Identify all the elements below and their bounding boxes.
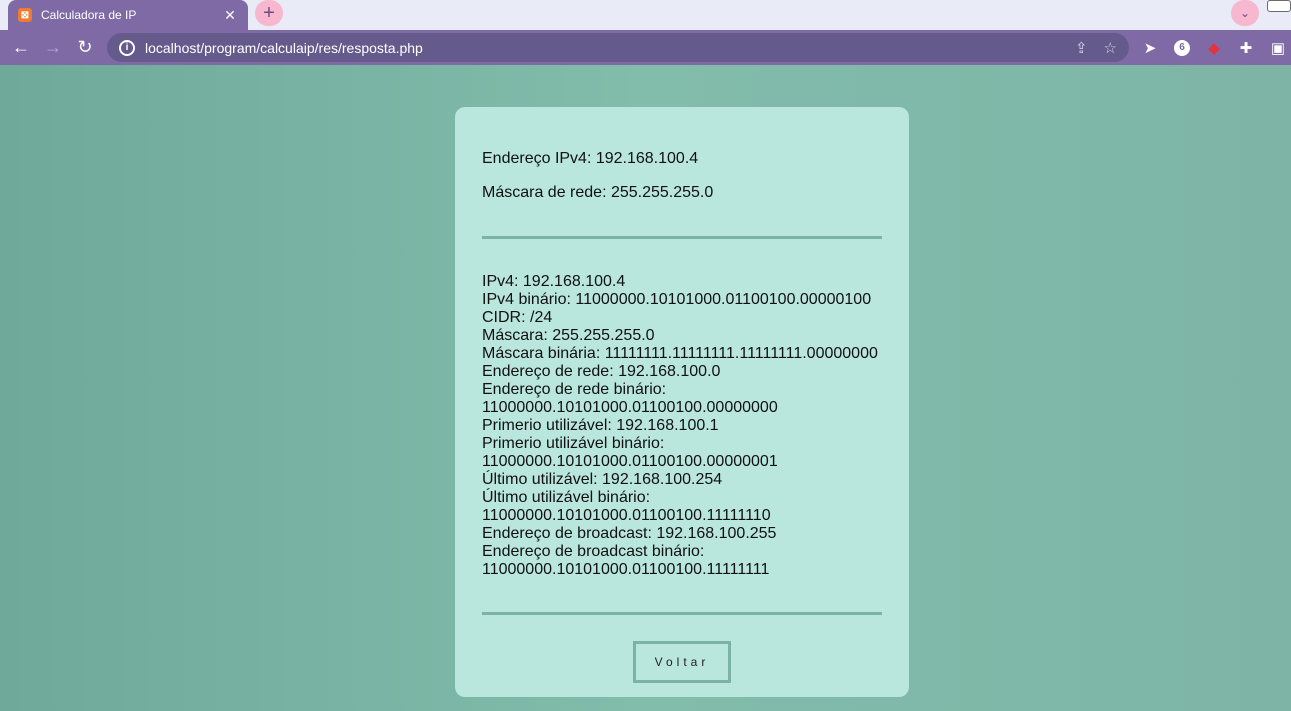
- puzzle-icon[interactable]: ✚: [1236, 38, 1256, 58]
- cursor-extension-icon[interactable]: ➤: [1140, 38, 1160, 58]
- divider-bottom: [482, 612, 882, 615]
- url-text[interactable]: localhost/program/calculaip/res/resposta…: [145, 40, 1075, 56]
- reload-icon[interactable]: ↻: [69, 32, 101, 64]
- ipv4-address: Endereço IPv4: 192.168.100.4: [482, 150, 699, 167]
- divider-top: [482, 236, 882, 239]
- star-icon[interactable]: ☆: [1104, 39, 1117, 57]
- circle-extension-icon[interactable]: 6: [1172, 38, 1192, 58]
- detail-line: IPv4: 192.168.100.4: [482, 273, 626, 290]
- result-details: IPv4: 192.168.100.4 IPv4 binário: 1100000…: [482, 273, 892, 579]
- detail-line: Último utilizável: 192.168.100.254: [482, 471, 723, 488]
- tab-title: Calculadora de IP: [41, 8, 137, 22]
- tab-search-button[interactable]: ⌄: [1231, 0, 1259, 26]
- detail-line: Endereço de rede binário:: [482, 381, 667, 398]
- detail-line: Máscara: 255.255.255.0: [482, 327, 655, 344]
- detail-line: Último utilizável binário:: [482, 489, 651, 506]
- detail-line: 11000000.10101000.01100100.11111111: [482, 561, 770, 578]
- back-button[interactable]: Voltar: [633, 641, 731, 683]
- browser-tab[interactable]: ⊠ Calculadora de IP ✕: [8, 0, 248, 30]
- close-icon[interactable]: ✕: [222, 7, 238, 23]
- window-control-icon[interactable]: [1267, 0, 1291, 12]
- browser-toolbar: ← → ↻ i localhost/program/calculaip/res/…: [0, 30, 1291, 65]
- detail-line: 11000000.10101000.01100100.00000001: [482, 453, 778, 470]
- detail-line: CIDR: /24: [482, 309, 553, 326]
- sidepanel-icon[interactable]: ▣: [1268, 38, 1288, 58]
- xampp-icon: ⊠: [18, 8, 32, 22]
- detail-line: Endereço de broadcast: 192.168.100.255: [482, 525, 777, 542]
- detail-line: Endereço de broadcast binário:: [482, 543, 705, 560]
- tab-strip: ⊠ Calculadora de IP ✕ + ⌄: [0, 0, 1291, 30]
- info-icon[interactable]: i: [119, 39, 135, 56]
- detail-line: Endereço de rede: 192.168.100.0: [482, 363, 721, 380]
- back-icon[interactable]: ←: [5, 32, 37, 64]
- detail-line: Primerio utilizável: 192.168.100.1: [482, 417, 719, 434]
- red-extension-icon[interactable]: ◆: [1204, 38, 1224, 58]
- detail-line: IPv4 binário: 11000000.10101000.01100100…: [482, 291, 872, 308]
- result-card: Endereço IPv4: 192.168.100.4 Máscara de …: [455, 107, 909, 697]
- new-tab-button[interactable]: +: [255, 0, 283, 26]
- share-icon[interactable]: ⇪: [1075, 39, 1088, 57]
- detail-line: Primerio utilizável binário:: [482, 435, 665, 452]
- page-viewport: Endereço IPv4: 192.168.100.4 Máscara de …: [0, 65, 1291, 711]
- network-mask: Máscara de rede: 255.255.255.0: [482, 184, 714, 201]
- extensions-area: ➤ 6 ◆ ✚ ▣: [1140, 30, 1288, 65]
- input-summary: Endereço IPv4: 192.168.100.4 Máscara de …: [482, 150, 713, 218]
- detail-line: Máscara binária: 11111111.11111111.11111…: [482, 345, 878, 362]
- detail-line: 11000000.10101000.01100100.11111110: [482, 507, 771, 524]
- address-bar[interactable]: i localhost/program/calculaip/res/respos…: [107, 33, 1129, 62]
- detail-line: 11000000.10101000.01100100.00000000: [482, 399, 778, 416]
- forward-icon[interactable]: →: [37, 32, 69, 64]
